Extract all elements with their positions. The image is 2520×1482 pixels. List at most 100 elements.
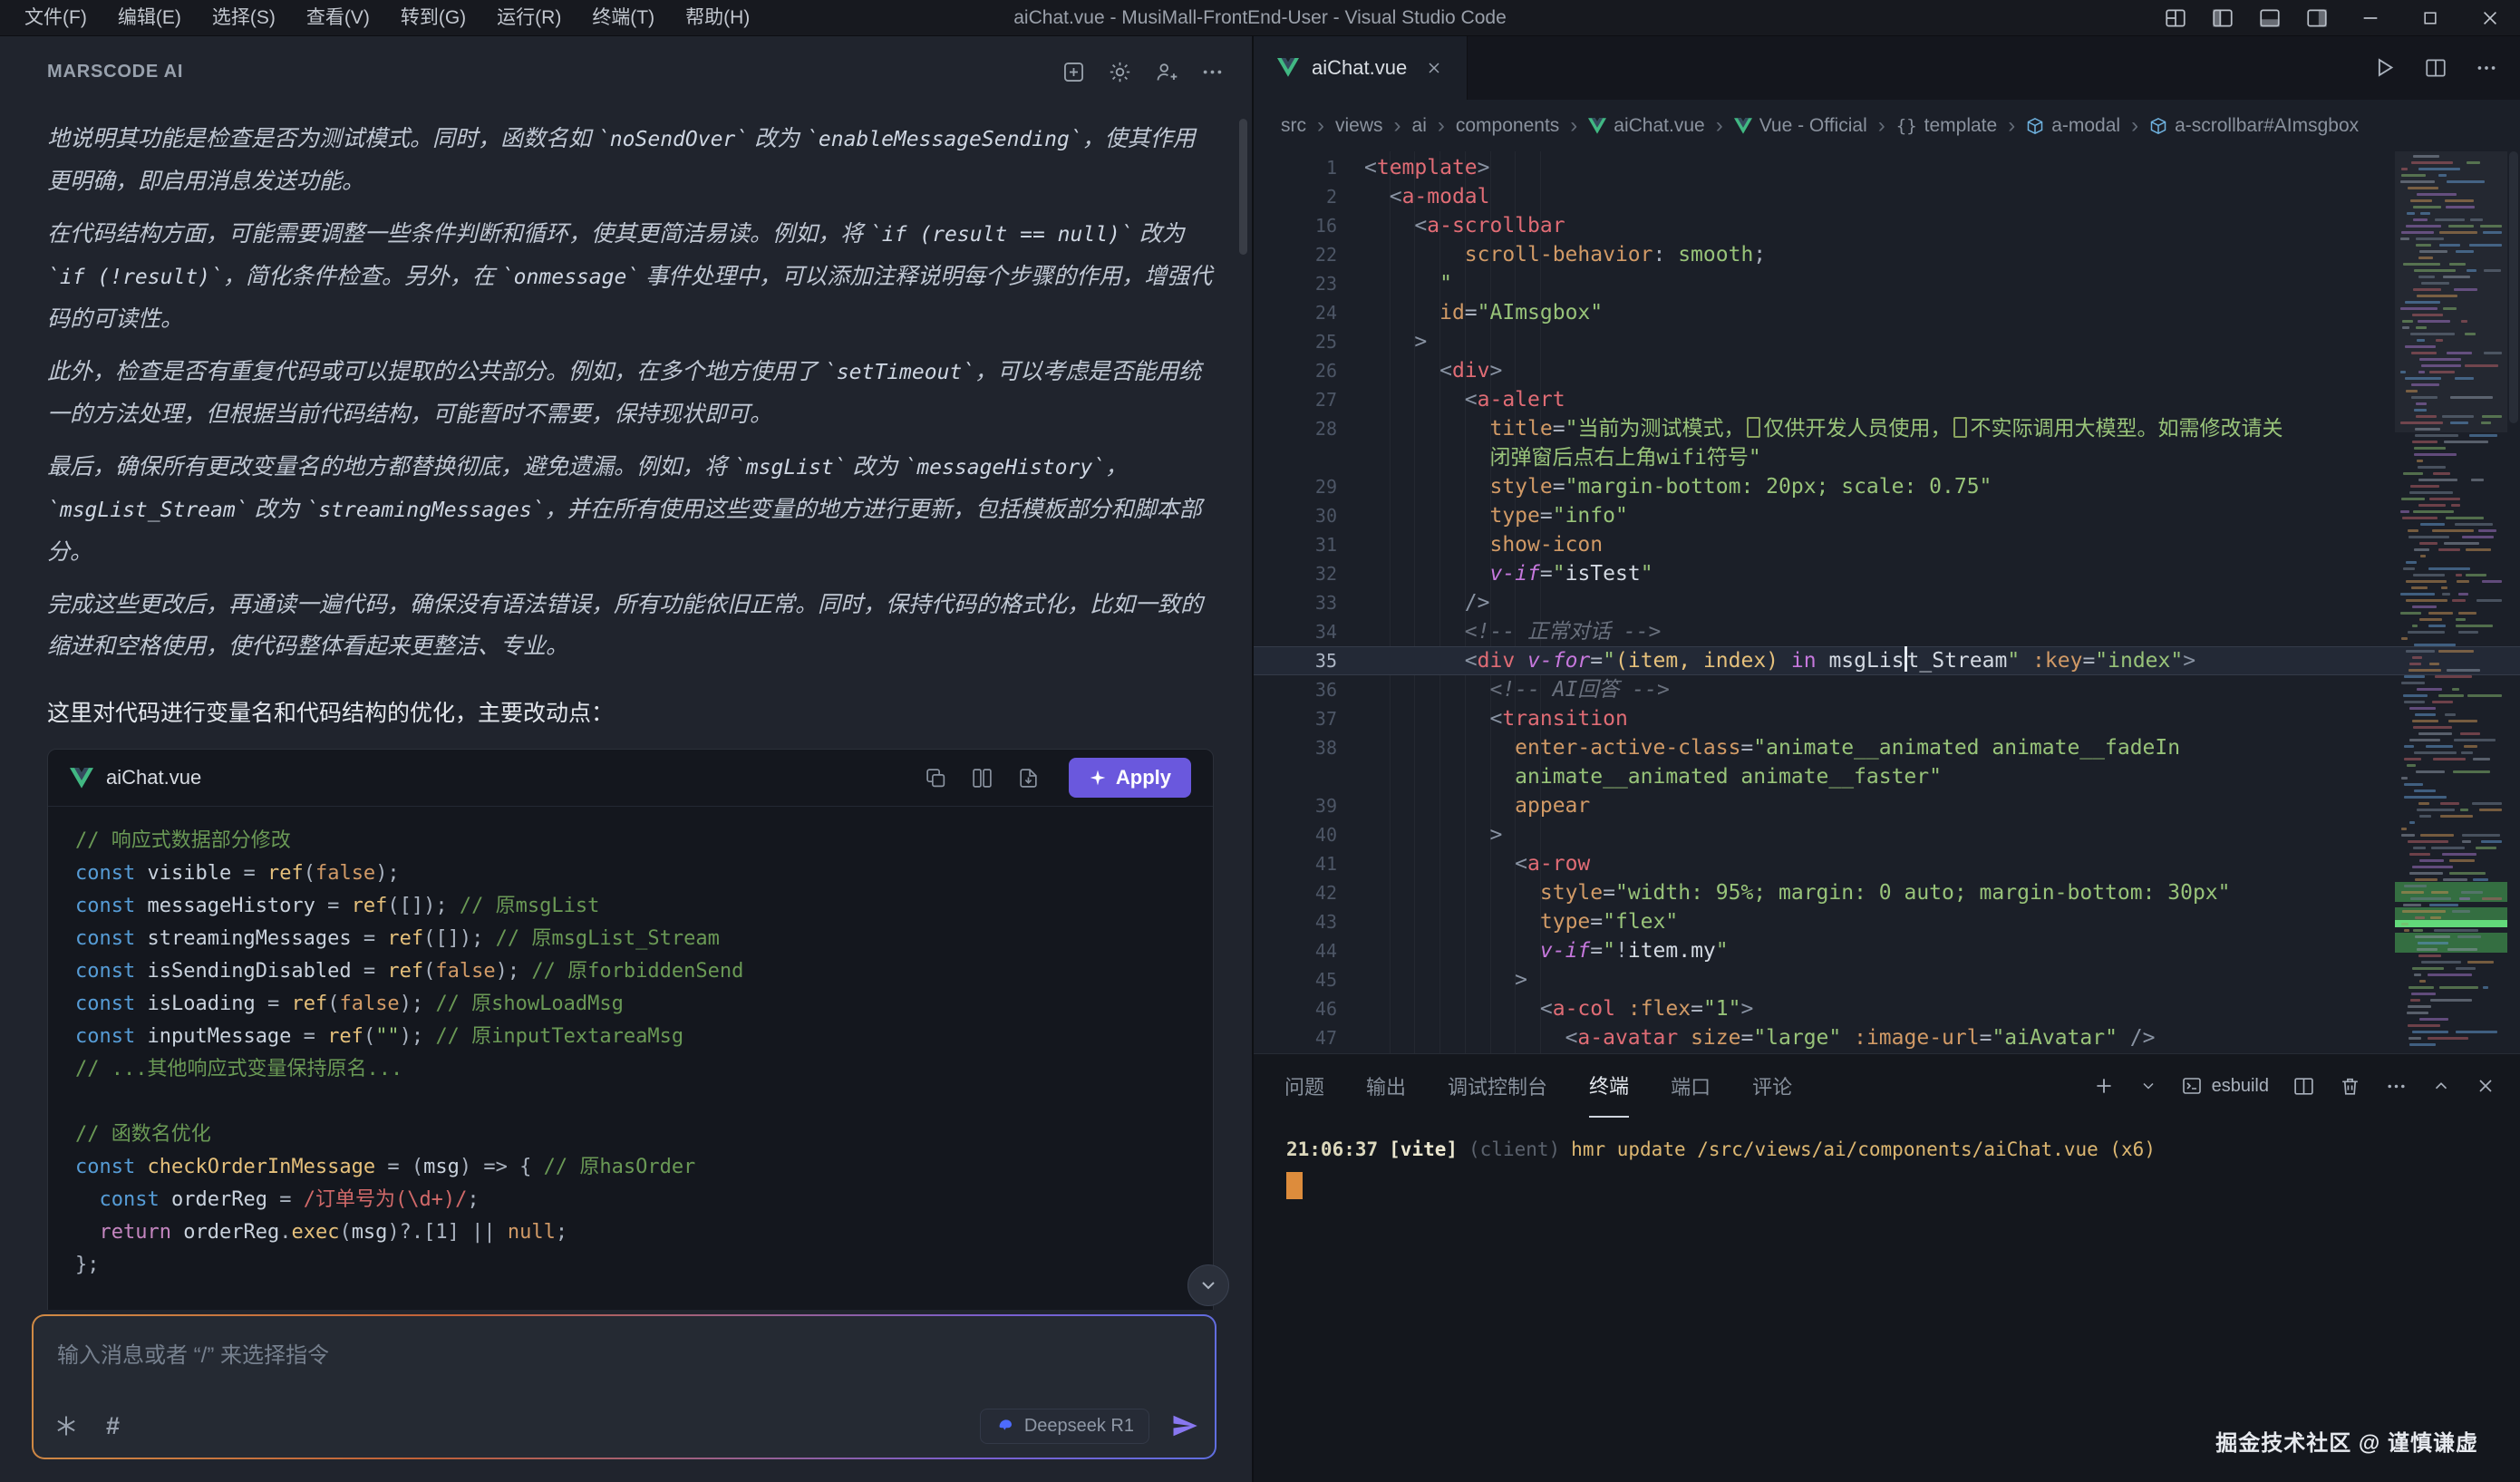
editor-row[interactable]: 闭弹窗后点右上角wifi符号" [1254, 443, 2520, 472]
breadcrumb-item[interactable]: views [1335, 115, 1383, 137]
close-tab-icon[interactable] [1425, 59, 1443, 77]
editor-row[interactable]: 33 /> [1254, 588, 2520, 617]
editor-row[interactable]: 39 appear [1254, 791, 2520, 820]
breadcrumb-item[interactable]: aiChat.vue [1588, 115, 1704, 137]
editor-row[interactable]: 42 style="width: 95%; margin: 0 auto; ma… [1254, 878, 2520, 907]
line-number[interactable]: 41 [1254, 849, 1364, 878]
tab-aichat[interactable]: aiChat.vue [1254, 35, 1468, 100]
editor-row[interactable]: 41 <a-row [1254, 849, 2520, 878]
line-number[interactable]: 36 [1254, 675, 1364, 704]
editor-row[interactable]: 38 enter-active-class="animate__animated… [1254, 733, 2520, 762]
insert-code-icon[interactable] [1017, 767, 1040, 789]
breadcrumb-item[interactable]: {}template [1896, 115, 1997, 137]
editor-row[interactable]: 27 <a-alert [1254, 385, 2520, 414]
terminal-tab[interactable]: 评论 [1752, 1055, 1792, 1117]
line-number[interactable]: 42 [1254, 878, 1364, 907]
breadcrumb-item[interactable]: ai [1412, 115, 1427, 137]
editor-row[interactable]: 43 type="flex" [1254, 907, 2520, 936]
editor-row[interactable]: 26 <div> [1254, 356, 2520, 385]
line-number[interactable]: 39 [1254, 791, 1364, 820]
terminal-process-item[interactable]: esbuild [2181, 1075, 2269, 1097]
terminal-tab[interactable]: 输出 [1366, 1055, 1406, 1117]
line-number[interactable]: 24 [1254, 298, 1364, 327]
apply-button[interactable]: Apply [1069, 758, 1191, 798]
line-number[interactable]: 27 [1254, 385, 1364, 414]
line-number[interactable]: 25 [1254, 327, 1364, 356]
editor-row[interactable]: 24 id="AImsgbox" [1254, 298, 2520, 327]
minimap[interactable] [2395, 151, 2507, 1054]
line-number[interactable]: 30 [1254, 501, 1364, 530]
settings-gear-icon[interactable] [1108, 60, 1132, 84]
line-number[interactable]: 45 [1254, 965, 1364, 994]
line-number[interactable]: 32 [1254, 559, 1364, 588]
breadcrumb-item[interactable]: a-scrollbar#AImsgbox [2149, 115, 2359, 137]
kill-terminal-icon[interactable] [2339, 1075, 2361, 1098]
invite-user-icon[interactable] [1154, 60, 1178, 84]
breadcrumb-item[interactable]: components [1456, 115, 1559, 137]
line-number[interactable]: 38 [1254, 733, 1364, 762]
terminal-tab[interactable]: 问题 [1284, 1055, 1324, 1117]
menu-item[interactable]: 编辑(E) [102, 0, 197, 35]
menu-item[interactable]: 帮助(H) [670, 0, 765, 35]
line-number[interactable]: 22 [1254, 240, 1364, 269]
editor-row[interactable]: 47 <a-avatar size="large" :image-url="ai… [1254, 1023, 2520, 1052]
line-number[interactable]: 23 [1254, 269, 1364, 298]
menu-item[interactable]: 终端(T) [577, 0, 670, 35]
more-actions-icon[interactable] [2475, 56, 2498, 80]
line-number[interactable]: 31 [1254, 530, 1364, 559]
line-number[interactable]: 47 [1254, 1023, 1364, 1052]
menu-item[interactable]: 文件(F) [9, 0, 102, 35]
terminal-output[interactable]: 21:06:37[vite](client)hmr update /src/vi… [1254, 1118, 2520, 1214]
breadcrumb-item[interactable]: Vue - Official [1734, 115, 1867, 137]
editor-row[interactable]: 37 <transition [1254, 704, 2520, 733]
skills-sparkle-icon[interactable] [53, 1413, 79, 1438]
terminal-profile-dropdown-icon[interactable] [2139, 1077, 2157, 1095]
chat-history[interactable]: 地说明其功能是检查是否为测试模式。同时，函数名如 `noSendOver` 改为… [0, 109, 1252, 1310]
editor-row[interactable]: 46 <a-col :flex="1"> [1254, 994, 2520, 1023]
line-number[interactable]: 35 [1254, 646, 1364, 675]
customize-layout-icon[interactable] [2152, 0, 2199, 35]
diff-code-icon[interactable] [971, 767, 993, 789]
line-number[interactable]: 28 [1254, 414, 1364, 443]
editor-row[interactable]: 23 " [1254, 269, 2520, 298]
editor-row[interactable]: 25 > [1254, 327, 2520, 356]
editor-row[interactable]: animate__animated animate__faster" [1254, 762, 2520, 791]
line-number[interactable]: 2 [1254, 182, 1364, 211]
editor-row[interactable]: 40 > [1254, 820, 2520, 849]
toggle-sidebar-icon[interactable] [2199, 0, 2246, 35]
send-icon[interactable] [1171, 1412, 1198, 1439]
breadcrumb-item[interactable]: a-modal [2026, 115, 2120, 137]
new-chat-icon[interactable] [1061, 60, 1086, 84]
menu-item[interactable]: 运行(R) [481, 0, 577, 35]
line-number[interactable]: 34 [1254, 617, 1364, 646]
line-number[interactable]: 44 [1254, 936, 1364, 965]
editor-row[interactable]: 34 <!-- 正常对话 --> [1254, 617, 2520, 646]
editor-row[interactable]: 31 show-icon [1254, 530, 2520, 559]
line-number[interactable] [1254, 762, 1364, 791]
minimize-button[interactable] [2341, 0, 2400, 35]
model-selector[interactable]: Deepseek R1 [980, 1409, 1149, 1444]
editor-row[interactable]: 36 <!-- AI回答 --> [1254, 675, 2520, 704]
new-terminal-icon[interactable] [2092, 1074, 2116, 1098]
menu-item[interactable]: 转到(G) [385, 0, 481, 35]
close-window-button[interactable] [2460, 0, 2520, 35]
editor-row[interactable]: 16 <a-scrollbar [1254, 211, 2520, 240]
line-number[interactable]: 33 [1254, 588, 1364, 617]
editor-row[interactable]: 2 <a-modal [1254, 182, 2520, 211]
editor-row[interactable]: 29 style="margin-bottom: 20px; scale: 0.… [1254, 472, 2520, 501]
line-number[interactable]: 29 [1254, 472, 1364, 501]
line-number[interactable]: 37 [1254, 704, 1364, 733]
card-code[interactable]: // 响应式数据部分修改const visible = ref(false);c… [48, 807, 1213, 1310]
chat-scrollbar[interactable] [1239, 119, 1247, 255]
scroll-to-bottom-button[interactable] [1187, 1264, 1229, 1306]
editor-scrollbar[interactable] [2507, 151, 2520, 1054]
terminal-tab[interactable]: 端口 [1671, 1055, 1711, 1117]
hash-icon[interactable]: # [106, 1414, 120, 1438]
split-editor-icon[interactable] [2424, 56, 2447, 80]
menu-item[interactable]: 选择(S) [197, 0, 291, 35]
line-number[interactable]: 43 [1254, 907, 1364, 936]
close-panel-icon[interactable] [2475, 1075, 2496, 1097]
terminal-tab[interactable]: 终端 [1589, 1054, 1629, 1118]
line-number[interactable]: 16 [1254, 211, 1364, 240]
menu-item[interactable]: 查看(V) [291, 0, 385, 35]
